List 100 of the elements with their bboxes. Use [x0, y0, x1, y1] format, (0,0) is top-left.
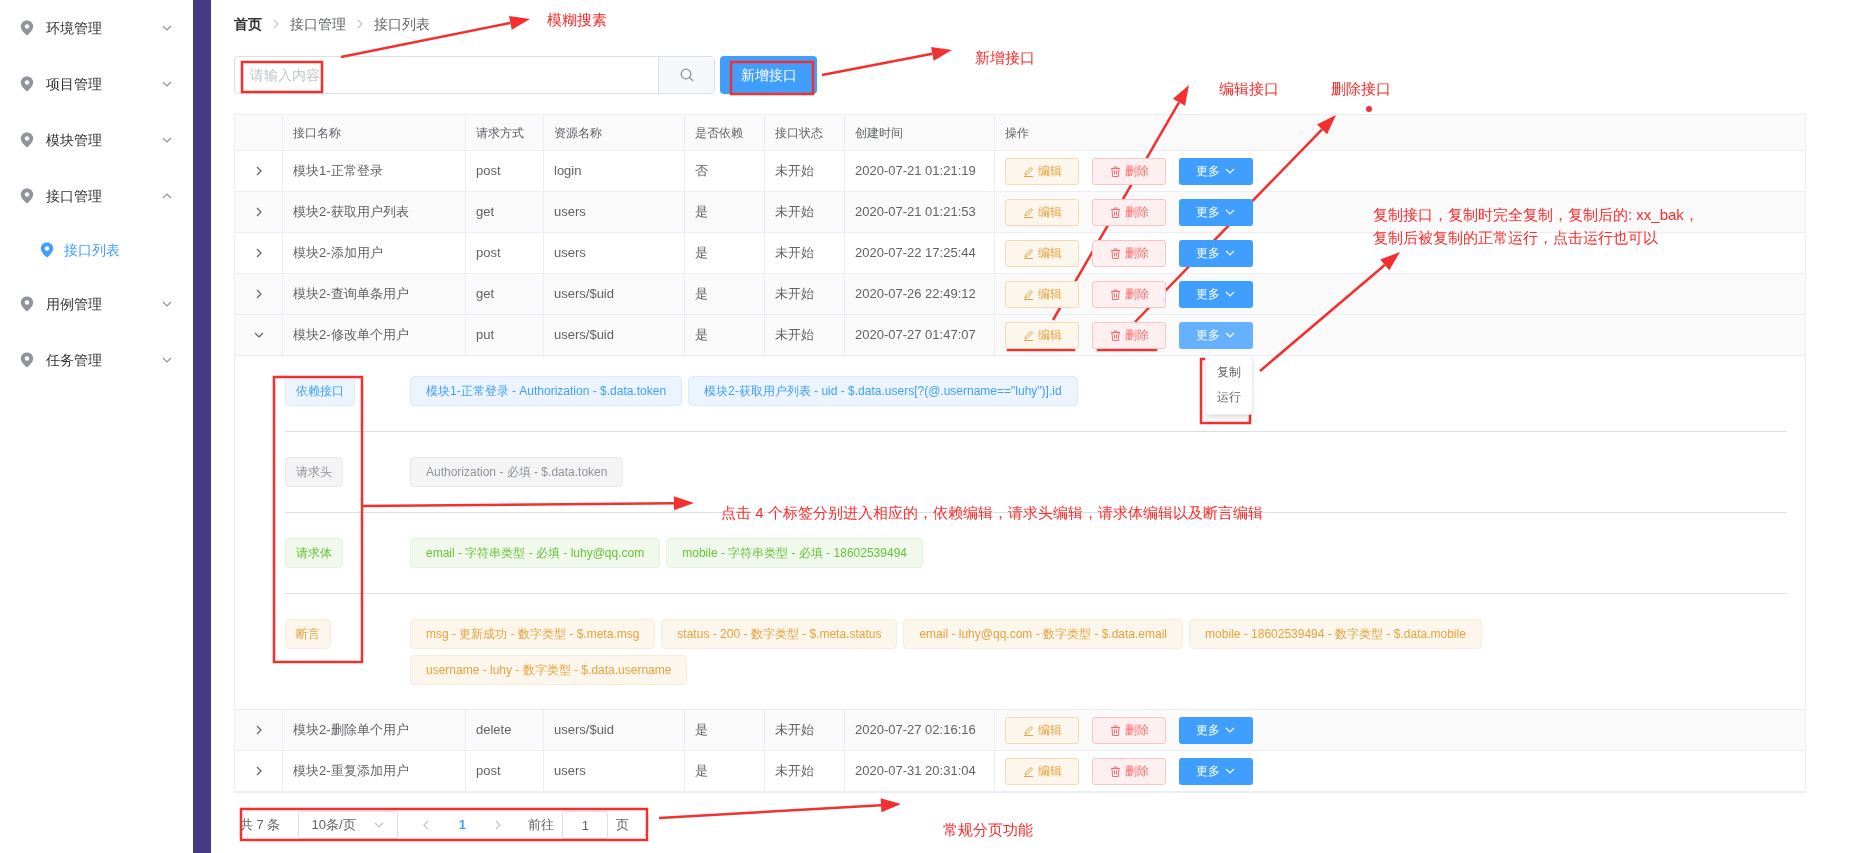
breadcrumb-link[interactable]: 首页	[234, 13, 262, 35]
location-pin-icon	[20, 76, 34, 92]
page-number[interactable]: 1	[448, 811, 477, 839]
table-cell-text: 2020-07-27 01:47:07	[855, 326, 976, 345]
annotation-text: 编辑接口	[1219, 79, 1279, 99]
more-button[interactable]: 更多	[1179, 716, 1253, 744]
table-cell-text: delete	[476, 721, 512, 740]
location-pin-icon	[20, 132, 34, 148]
delete-button[interactable]: 删除	[1092, 157, 1166, 185]
pencil-icon	[1022, 247, 1034, 259]
annotation-dot	[1366, 106, 1372, 112]
table-cell-text: 是	[695, 721, 708, 740]
edit-button[interactable]: 编辑	[1005, 239, 1079, 267]
annotation-text: 点击 4 个标签分别进入相应的，依赖编辑，请求头编辑，请求体编辑以及断言编辑	[721, 503, 1263, 523]
sidebar-item[interactable]: 项目管理	[0, 56, 193, 112]
search-field[interactable]: 请输入内容	[234, 56, 715, 94]
pencil-icon	[1022, 765, 1034, 777]
table-cell-text: 否	[695, 162, 708, 181]
table-cell-text: 是	[695, 762, 708, 781]
category-tag[interactable]: 请求头	[285, 457, 343, 487]
table-cell-text: post	[476, 762, 501, 781]
table-cell-text: 2020-07-27 02:16:16	[855, 721, 976, 740]
edit-button[interactable]: 编辑	[1005, 716, 1079, 744]
location-pin-icon	[20, 188, 34, 204]
pencil-icon	[1022, 288, 1034, 300]
sidebar-item[interactable]: 任务管理	[0, 332, 193, 388]
category-tag[interactable]: 断言	[285, 619, 331, 649]
table-cell-text: users	[554, 244, 586, 263]
location-pin-icon	[20, 296, 34, 312]
table-cell-text: users	[554, 203, 586, 222]
menu-item[interactable]: 复制	[1217, 359, 1241, 385]
sidebar-item[interactable]: 接口管理	[0, 168, 193, 224]
search-icon	[679, 68, 694, 82]
highlight-box	[1199, 357, 1252, 425]
edit-button[interactable]: 编辑	[1005, 757, 1079, 785]
table-cell-text: post	[476, 244, 501, 263]
annotation-text: 删除接口	[1331, 79, 1391, 99]
table-cell-text: 未开始	[775, 244, 814, 263]
table-cell-text: 未开始	[775, 326, 814, 345]
trash-icon	[1109, 724, 1121, 736]
column-header: 资源名称	[554, 124, 602, 142]
goto-label: 前往	[528, 816, 555, 835]
column-header: 接口名称	[293, 124, 341, 142]
location-pin-icon	[40, 242, 54, 258]
table-cell-text: 模块2-修改单个用户	[293, 326, 409, 345]
table-cell-text: 是	[695, 244, 708, 263]
breadcrumb-link[interactable]: 接口管理	[290, 13, 346, 35]
more-button[interactable]: 更多	[1179, 280, 1253, 308]
annotation-text: 复制接口，复制时完全复制，复制后的: xx_bak，	[1373, 205, 1699, 225]
value-tag: email - 字符串类型 - 必填 - luhy@qq.com	[410, 538, 661, 568]
table-cell-text: 2020-07-21 01:21:19	[855, 162, 976, 181]
category-tag[interactable]: 请求体	[285, 538, 343, 568]
edit-button[interactable]: 编辑	[1005, 198, 1079, 226]
value-tag: username - luhy - 数字类型 - $.data.username	[410, 655, 688, 685]
delete-button[interactable]: 删除	[1092, 757, 1166, 785]
location-pin-icon	[20, 352, 34, 368]
pencil-icon	[1022, 165, 1034, 177]
trash-icon	[1109, 288, 1121, 300]
page-input[interactable]: 1	[562, 811, 609, 839]
table-cell-text: 未开始	[775, 285, 814, 304]
more-button[interactable]: 更多	[1179, 239, 1253, 267]
more-button[interactable]: 更多	[1179, 198, 1253, 226]
table-cell-text: 未开始	[775, 762, 814, 781]
column-header: 是否依赖	[695, 124, 743, 142]
menu-item[interactable]: 运行	[1217, 384, 1241, 410]
sidebar-item[interactable]: 模块管理	[0, 112, 193, 168]
table-cell-text: 模块2-获取用户列表	[293, 203, 409, 222]
delete-button[interactable]: 删除	[1092, 198, 1166, 226]
table-cell-text: post	[476, 162, 501, 181]
table-cell-text: put	[476, 326, 495, 345]
table-cell-text: 2020-07-31 20:31:04	[855, 762, 976, 781]
delete-button[interactable]: 删除	[1092, 716, 1166, 744]
column-header: 接口状态	[775, 124, 823, 142]
annotation-text: 复制后被复制的正常运行，点击运行也可以	[1373, 228, 1658, 248]
page-suffix: 页	[616, 816, 630, 835]
add-button[interactable]: 新增接口	[720, 56, 817, 94]
pencil-icon	[1022, 724, 1034, 736]
table-cell-text: 2020-07-22 17:25:44	[855, 244, 976, 263]
value-tag: Authorization - 必填 - $.data.token	[410, 457, 624, 487]
location-pin-icon	[20, 20, 34, 36]
sidebar-subitem[interactable]: 接口列表	[0, 224, 193, 276]
edit-button[interactable]: 编辑	[1005, 280, 1079, 308]
table-cell-text: 未开始	[775, 203, 814, 222]
table-cell-text: 模块1-正常登录	[293, 162, 383, 181]
sidebar-item[interactable]: 环境管理	[0, 0, 193, 56]
delete-button[interactable]: 删除	[1092, 239, 1166, 267]
category-tag[interactable]: 依赖接口	[285, 376, 355, 406]
sidebar-item[interactable]: 用例管理	[0, 276, 193, 332]
value-tag: mobile - 18602539494 - 数字类型 - $.data.mobile	[1189, 619, 1482, 649]
value-tag: 模块2-获取用户列表 - uid - $.data.users[?(@.username=="luhy")].id	[688, 376, 1078, 406]
table-cell-text: users/$uid	[554, 721, 614, 740]
edit-button[interactable]: 编辑	[1005, 157, 1079, 185]
delete-button[interactable]: 删除	[1092, 280, 1166, 308]
table-cell-text: 模块2-添加用户	[293, 244, 383, 263]
value-tag: msg - 更新成功 - 数字类型 - $.meta.msg	[410, 619, 656, 649]
more-button[interactable]: 更多	[1179, 157, 1253, 185]
more-button[interactable]: 更多	[1179, 757, 1253, 785]
page-size-select[interactable]: 10条/页	[298, 811, 399, 839]
breadcrumb-link[interactable]: 接口列表	[374, 13, 430, 35]
value-tag: email - luhy@qq.com - 数字类型 - $.data.email	[903, 619, 1184, 649]
